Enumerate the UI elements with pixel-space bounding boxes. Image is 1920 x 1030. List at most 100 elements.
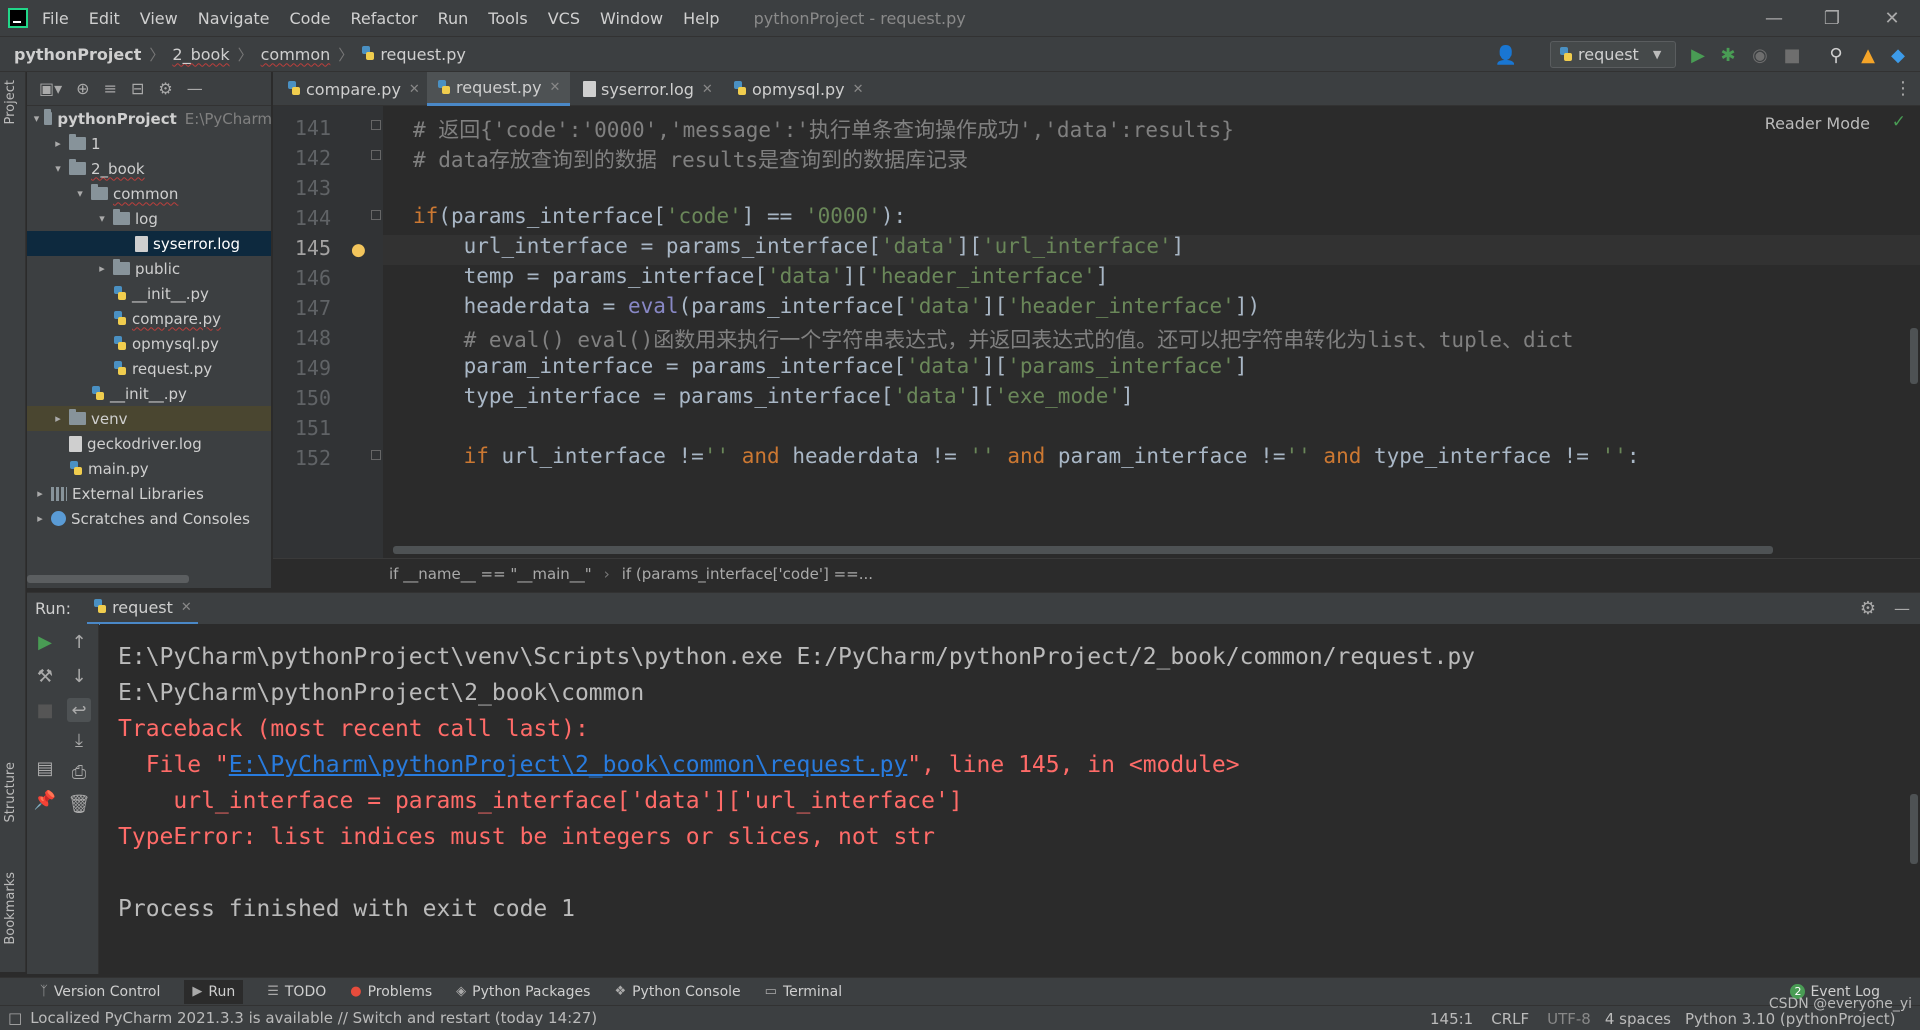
tree-item[interactable]: syserror.log [27,231,271,256]
close-tab-icon[interactable]: ✕ [853,82,864,97]
tab-opmysql-py[interactable]: opmysql.py ✕ [723,72,874,106]
jetbrains-toolbox-icon[interactable]: ◆ [1886,43,1910,67]
menu-edit[interactable]: Edit [89,9,120,28]
tab-compare-py[interactable]: compare.py ✕ [277,72,430,106]
close-tab-icon[interactable]: ✕ [702,82,713,97]
search-icon[interactable]: ⚲ [1824,43,1848,67]
trash-icon[interactable]: 🗑 [67,792,91,816]
chevron-icon[interactable]: ▸ [51,412,65,425]
fold-marker-icon[interactable] [371,450,381,460]
indent-setting[interactable]: 4 spaces [1605,1010,1671,1028]
tree-item[interactable]: ▸ venv [27,406,271,431]
problems-button[interactable]: ● Problems [350,984,432,1000]
vertical-scrollbar[interactable] [1910,794,1918,864]
stop-icon[interactable]: ■ [33,698,57,722]
chevron-icon[interactable]: ▸ [95,262,109,275]
user-icon[interactable]: 👤 [1494,43,1518,67]
debug-icon[interactable]: ✱ [1716,43,1740,67]
stop-icon[interactable]: ■ [1780,43,1804,67]
wrench-icon[interactable]: ⚒ [33,664,57,688]
layout-icon[interactable]: ▤ [33,756,57,780]
file-path-link[interactable]: E:\PyCharm\pythonProject\2_book\common\r… [229,752,908,778]
rerun-icon[interactable]: ▶ [33,630,57,654]
tree-item[interactable]: ▾ pythonProject E:\PyCharm [27,106,271,131]
restore-icon[interactable]: ❐ [1808,0,1856,36]
up-arrow-icon[interactable]: ↑ [67,630,91,654]
more-tabs-icon[interactable]: ⋮ [1894,78,1912,99]
menu-window[interactable]: Window [600,9,663,28]
breadcrumb-folder[interactable]: 2_book [172,45,229,64]
menu-file[interactable]: File [42,9,69,28]
run-configuration-select[interactable]: request ▼ [1550,41,1676,68]
tree-item[interactable]: ▾ log [27,206,271,231]
tree-item[interactable]: geckodriver.log [27,431,271,456]
hide-icon[interactable]: — [187,79,203,98]
line-separator[interactable]: CRLF [1491,1010,1529,1028]
fold-marker-icon[interactable] [371,120,381,130]
code-crumb[interactable]: if __name__ == "__main__" [389,565,592,583]
tree-item[interactable]: ▸ Scratches and Consoles [27,506,271,531]
locate-icon[interactable]: ⊕ [76,79,89,98]
chevron-icon[interactable]: ▸ [33,512,47,525]
menu-vcs[interactable]: VCS [548,9,580,28]
menu-run[interactable]: Run [438,9,469,28]
todo-button[interactable]: ☰ TODO [267,984,326,1000]
bookmarks-tool-label[interactable]: Bookmarks [3,872,18,945]
version-control-button[interactable]: ᛉ Version Control [40,984,160,1000]
soft-wrap-icon[interactable]: ↩ [67,698,91,722]
collapse-all-icon[interactable]: ⊟ [131,79,144,98]
tree-item[interactable]: ▸ External Libraries [27,481,271,506]
fold-marker-icon[interactable] [371,150,381,160]
run-tool-button[interactable]: ▶ Run [184,979,244,1004]
structure-tool-label[interactable]: Structure [3,762,18,822]
terminal-button[interactable]: ▭ Terminal [765,984,842,1000]
tree-item[interactable]: request.py [27,356,271,381]
horizontal-scrollbar[interactable] [27,575,189,583]
vertical-scrollbar[interactable] [1910,328,1918,384]
gear-icon[interactable]: ⚙ [158,79,172,98]
tree-item[interactable]: __init__.py [27,381,271,406]
menu-navigate[interactable]: Navigate [198,9,270,28]
menu-code[interactable]: Code [290,9,331,28]
gear-icon[interactable]: ⚙ [1860,598,1876,619]
menu-view[interactable]: View [140,9,178,28]
chevron-icon[interactable]: ▾ [51,162,65,175]
chevron-icon[interactable]: ▾ [33,112,40,125]
chevron-icon[interactable]: ▸ [51,137,65,150]
python-interpreter[interactable]: Python 3.10 (pythonProject) [1685,1010,1895,1028]
chevron-icon[interactable]: ▾ [95,212,109,225]
tree-item[interactable]: __init__.py [27,281,271,306]
file-encoding[interactable]: UTF-8 [1547,1010,1591,1028]
tab-syserror-log[interactable]: syserror.log ✕ [573,72,723,106]
close-tab-icon[interactable]: ✕ [550,80,561,95]
tree-item[interactable]: ▾ common [27,181,271,206]
run-tab-request[interactable]: request ✕ [87,593,198,625]
minimize-icon[interactable]: — [1750,0,1798,36]
menu-refactor[interactable]: Refactor [350,9,417,28]
update-icon[interactable]: ▲ [1856,43,1880,67]
close-icon[interactable]: ✕ [1868,0,1916,36]
horizontal-scrollbar[interactable] [393,546,1773,554]
code-editor[interactable]: 141 142 143 144 145 146 147 148 149 150 … [273,106,1920,558]
reader-mode-toggle[interactable]: Reader Mode [1765,114,1870,133]
tree-item[interactable]: opmysql.py [27,331,271,356]
scroll-to-end-icon[interactable]: ⤓ [67,728,91,752]
code-crumb[interactable]: if (params_interface['code'] ==... [622,565,873,583]
coverage-icon[interactable]: ◉ [1748,43,1772,67]
tree-item[interactable]: compare.py [27,306,271,331]
run-icon[interactable]: ▶ [1686,43,1710,67]
caret-position[interactable]: 145:1 [1430,1010,1473,1028]
tree-item[interactable]: ▾ 2_book [27,156,271,181]
breadcrumb-project[interactable]: pythonProject [14,45,141,64]
print-icon[interactable]: ⎙ [67,760,91,784]
breadcrumb-file[interactable]: request.py [380,45,466,64]
project-view-icon[interactable]: ▣▾ [39,79,62,98]
close-tab-icon[interactable]: ✕ [181,600,192,615]
pin-icon[interactable]: 📌 [33,788,57,812]
tree-item[interactable]: ▸ public [27,256,271,281]
tree-item[interactable]: main.py [27,456,271,481]
inspection-ok-icon[interactable]: ✓ [1892,112,1906,132]
chevron-icon[interactable]: ▸ [33,487,47,500]
project-tool-label[interactable]: Project [3,80,18,124]
down-arrow-icon[interactable]: ↓ [67,664,91,688]
